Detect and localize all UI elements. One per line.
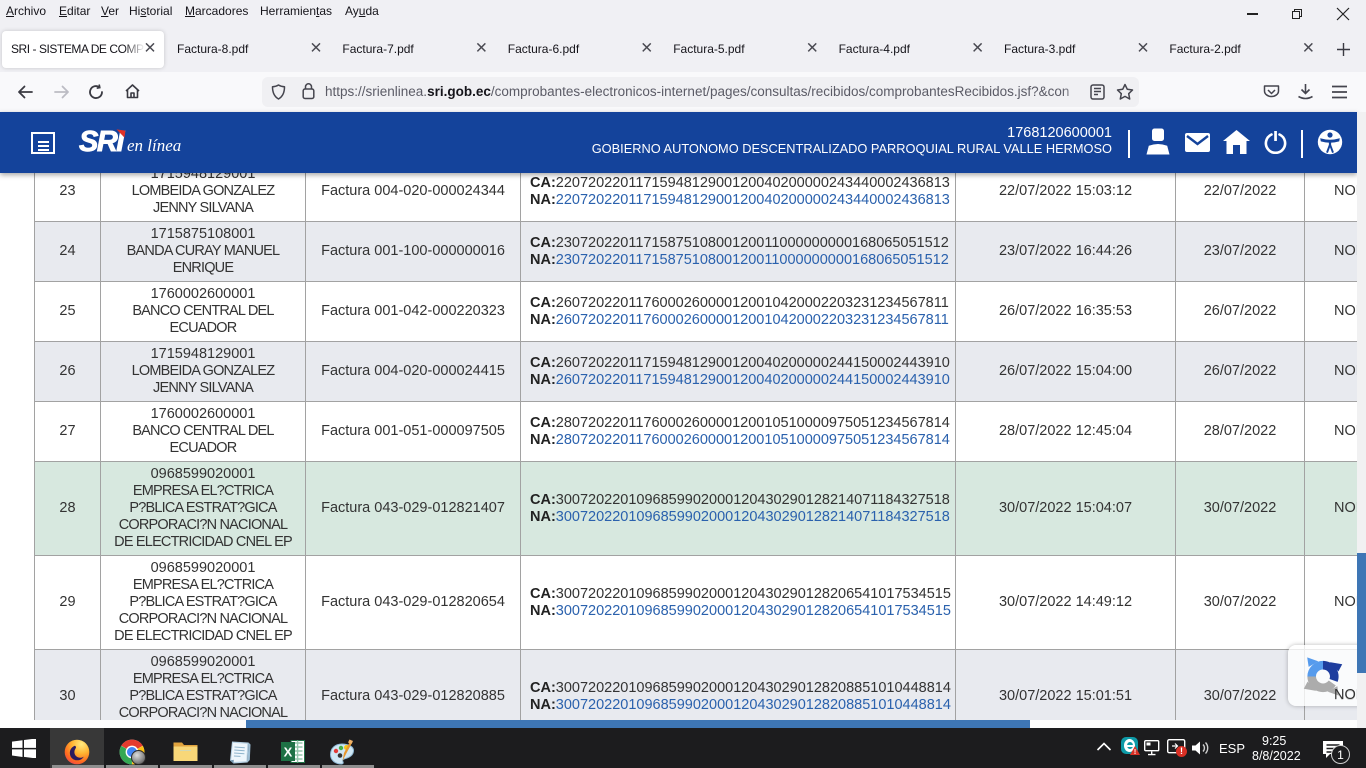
svg-text:X: X (284, 745, 293, 760)
svg-text:!: ! (1134, 749, 1136, 755)
